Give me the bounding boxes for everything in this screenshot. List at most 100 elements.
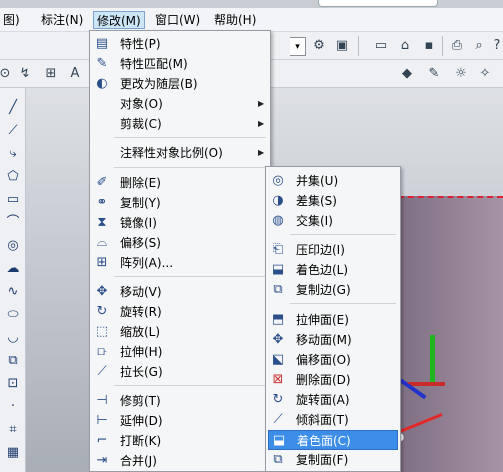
zoom-icon[interactable]: ⌕ [470,37,488,55]
extrude-faces-icon: ⬒ [271,312,285,327]
region-icon[interactable]: ▦ [3,443,23,463]
submenu-arrow-icon: ▶ [258,119,265,128]
toolbar-separator [358,36,359,56]
ellipse-arc-icon[interactable]: ◡ [3,328,23,348]
menu-item-erase[interactable]: ✐ 删除(E) [92,173,268,193]
point-icon[interactable]: · [3,397,23,417]
rotate-icon: ↻ [96,304,108,319]
change-bylayer-icon: ◐ [96,76,108,91]
menu-separator [290,303,396,304]
stretch-icon: ⟥ [97,344,107,359]
polygon-icon[interactable]: ⬠ [3,167,23,187]
menu-item-offset[interactable]: ⌓ 偏移(S) [92,233,268,253]
match-properties-icon: ✎ [96,56,108,71]
menu-item-copy-faces[interactable]: ⧉ 复制面(F) [268,450,398,470]
menu-bar: 图) 标注(N) 修改(M) 窗口(W) 帮助(H) [0,8,503,32]
menu-draw[interactable]: 图) [0,11,23,29]
toolbar-combo-dropdown[interactable]: ▾ [290,37,306,56]
menu-item-move[interactable]: ✥ 移动(V) [92,282,268,302]
grid-icon[interactable]: ⊞ [42,65,60,83]
spline-icon[interactable]: ∿ [3,282,23,302]
menu-help[interactable]: 帮助(H) [211,11,259,29]
menu-item-lengthen[interactable]: ⟋ 拉长(G) [92,362,268,382]
material-icon[interactable]: ✧ [476,65,494,83]
revcloud-icon[interactable]: ☁ [3,259,23,279]
menu-item-intersect[interactable]: ◍ 交集(I) [268,211,398,231]
submenu-arrow-icon: ▶ [258,99,265,108]
menu-item-trim[interactable]: ⊣ 修剪(T) [92,391,268,411]
intersect-icon: ◍ [272,213,284,228]
menu-item-clip[interactable]: 剪裁(C) ▶ [92,114,268,134]
open-folder-icon[interactable]: ⌂ [396,37,414,55]
help-icon[interactable]: ? [488,37,503,55]
menu-item-color-edges[interactable]: ⬓ 着色边(L) [268,260,398,280]
erase-icon: ✐ [96,175,108,190]
properties-icon: ▤ [95,36,109,51]
polyline-icon[interactable]: ⤷ [3,144,23,164]
toolbar-separator [442,36,443,56]
menu-item-object[interactable]: 对象(O) ▶ [92,94,268,114]
ellipse-icon[interactable]: ⬭ [3,305,23,325]
menu-item-annotative-scale[interactable]: 注释性对象比例(O) ▶ [92,143,268,163]
menu-item-array[interactable]: ⊞ 阵列(A)... [92,253,268,273]
print-icon[interactable]: ⎙ [448,37,466,55]
menu-item-rotate[interactable]: ↻ 旋转(R) [92,302,268,322]
menu-dimension[interactable]: 标注(N) [38,11,86,29]
menu-item-mirror[interactable]: ⧗ 镜像(I) [92,213,268,233]
move-icon: ✥ [96,284,108,299]
menu-item-rotate-faces[interactable]: ↻ 旋转面(A) [268,390,398,410]
hatch-icon[interactable]: ⌗ [3,420,23,440]
draw-toolbar: ╱ ⟋ ⤷ ⬠ ▭ ⌒ ◎ ☁ ∿ ⬭ ◡ ⧉ ⊡ · ⌗ ▦ [0,88,26,472]
render-icon[interactable]: ✎ [425,65,443,83]
menu-item-imprint-edges[interactable]: ⎗ 压印边(I) [268,240,398,260]
menu-item-copy[interactable]: ⚭ 复制(Y) [92,193,268,213]
copy-icon: ⚭ [96,195,108,210]
move-faces-icon: ✥ [272,332,284,347]
menu-item-change-bylayer[interactable]: ◐ 更改为随层(B) [92,74,268,94]
save-icon[interactable]: ▪ [420,37,438,55]
menu-modify[interactable]: 修改(M) [93,11,145,29]
menu-item-taper-faces[interactable]: ⟋ 倾斜面(T) [268,410,398,430]
circle-icon[interactable]: ◎ [3,236,23,256]
solid-edit-submenu: ◎ 并集(U) ◑ 差集(S) ◍ 交集(I) ⎗ 压印边(I) ⬓ 着色边(L) ⧉ 复制… [265,166,401,472]
arc-icon[interactable]: ⌒ [3,213,23,233]
solid-object[interactable] [398,196,503,472]
menu-item-break[interactable]: ⌐ 打断(K) [92,431,268,451]
sun-icon[interactable]: ☼ [452,65,470,83]
menu-item-move-faces[interactable]: ✥ 移动面(M) [268,330,398,350]
menu-item-delete-faces[interactable]: ⊠ 删除面(D) [268,370,398,390]
submenu-arrow-icon: ▶ [258,148,265,157]
trim-icon: ⊣ [96,393,108,408]
mirror-icon: ⧗ [97,215,107,230]
menu-item-scale[interactable]: ⬚ 缩放(L) [92,322,268,342]
menu-item-extrude-faces[interactable]: ⬒ 拉伸面(E) [268,310,398,330]
menu-item-extend[interactable]: ⊢ 延伸(D) [92,411,268,431]
cube-icon[interactable]: ◆ [398,65,416,83]
extend-icon: ⊢ [96,413,108,428]
menu-window[interactable]: 窗口(W) [152,11,203,29]
menu-item-match-properties[interactable]: ✎ 特性匹配(M) [92,54,268,74]
square-icon[interactable]: ▣ [333,37,351,55]
menu-item-offset-faces[interactable]: ⬕ 偏移面(O) [268,350,398,370]
rectangle-icon[interactable]: ▭ [3,190,23,210]
ray-icon[interactable]: ⟋ [3,121,23,141]
array-icon: ⊞ [96,255,108,270]
menu-item-subtract[interactable]: ◑ 差集(S) [268,191,398,211]
menu-item-copy-edges[interactable]: ⧉ 复制边(G) [268,280,398,300]
gear-icon[interactable]: ⚙ [310,37,328,55]
title-bar-fragment [318,0,438,7]
subtract-icon: ◑ [272,193,284,208]
polar-icon[interactable]: ↯ [16,65,34,83]
make-block-icon[interactable]: ⊡ [3,374,23,394]
menu-item-join[interactable]: ⇥ 合并(J) [92,451,268,471]
line-icon[interactable]: ╱ [3,98,23,118]
menu-item-properties[interactable]: ▤ 特性(P) [92,34,268,54]
insert-block-icon[interactable]: ⧉ [3,351,23,371]
snap-icon[interactable]: ⊙ [0,65,14,83]
menu-item-union[interactable]: ◎ 并集(U) [268,171,398,191]
text-icon[interactable]: A [66,65,84,83]
menu-item-color-faces[interactable]: ⬓ 着色面(C) [268,430,398,450]
new-file-icon[interactable]: ▭ [372,37,390,55]
lengthen-icon: ⟋ [97,364,107,379]
menu-item-stretch[interactable]: ⟥ 拉伸(H) [92,342,268,362]
